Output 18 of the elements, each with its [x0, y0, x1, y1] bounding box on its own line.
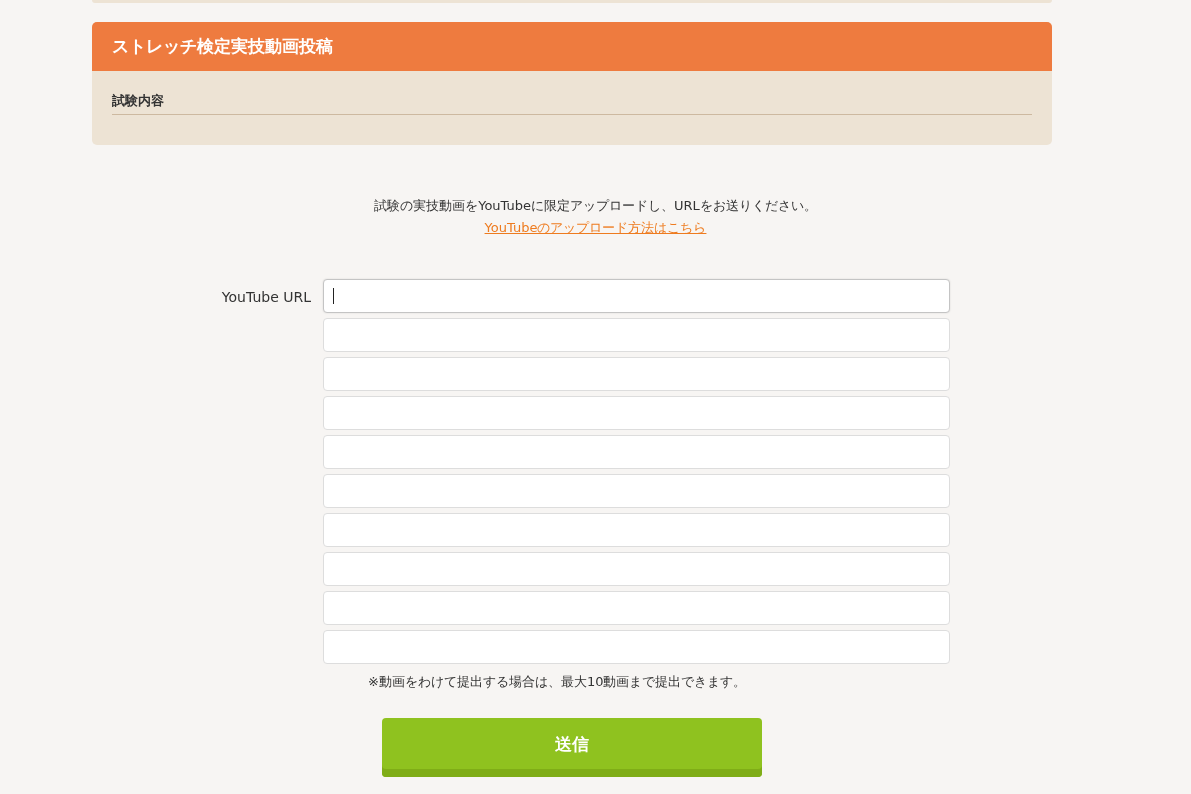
url-input-field[interactable]	[323, 357, 950, 391]
url-input-field[interactable]	[323, 396, 950, 430]
url-input-field[interactable]	[323, 279, 950, 313]
section-subheading: 試験内容	[112, 93, 1032, 115]
url-input-field[interactable]	[323, 474, 950, 508]
upload-help-link[interactable]: YouTubeのアップロード方法はこちら	[484, 219, 707, 237]
instruction-text: 試験の実技動画をYouTubeに限定アップロードし、URLをお送りください。	[374, 197, 817, 215]
upload-note: ※動画をわけて提出する場合は、最大10動画まで提出できます。	[368, 673, 748, 691]
text-caret	[333, 288, 334, 304]
url-input-field[interactable]	[323, 435, 950, 469]
submit-button[interactable]: 送信	[382, 718, 762, 777]
url-input-field[interactable]	[323, 513, 950, 547]
url-input-field[interactable]	[323, 552, 950, 586]
url-input-field[interactable]	[323, 630, 950, 664]
url-input-field[interactable]	[323, 591, 950, 625]
url-input-field[interactable]	[323, 318, 950, 352]
section-title: ストレッチ検定実技動画投稿	[112, 35, 333, 58]
field-label: YouTube URL	[220, 288, 312, 307]
